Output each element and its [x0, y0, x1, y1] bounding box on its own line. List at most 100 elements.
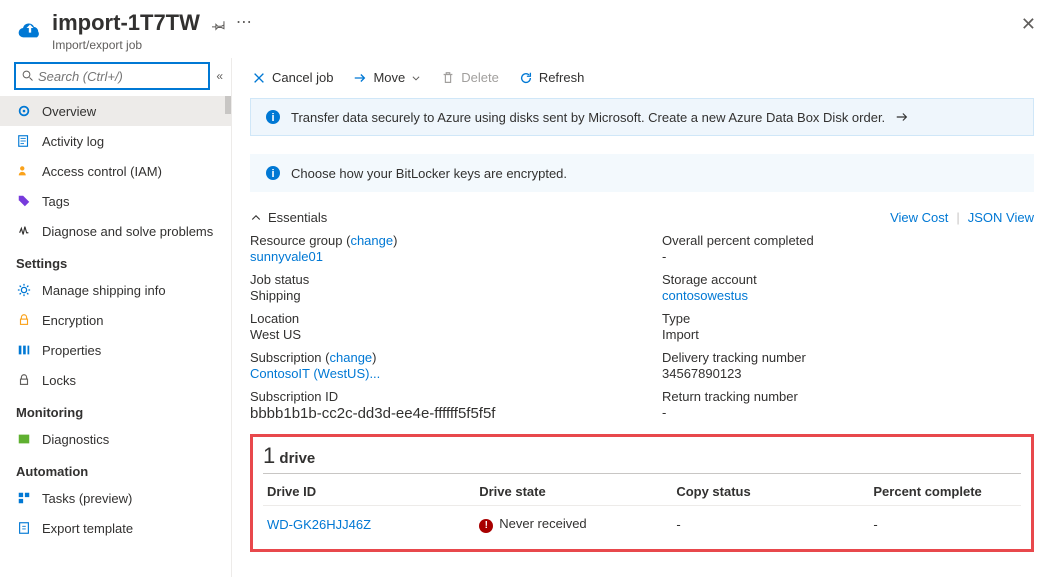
sidebar-item-properties[interactable]: Properties [0, 335, 231, 365]
col-drive-id: Drive ID [263, 478, 475, 506]
sidebar-item-locks[interactable]: Locks [0, 365, 231, 395]
delete-button: Delete [433, 66, 507, 89]
close-icon [252, 71, 266, 85]
trash-icon [441, 71, 455, 85]
bitlocker-banner[interactable]: i Choose how your BitLocker keys are enc… [250, 154, 1034, 192]
scrollbar-thumb[interactable] [225, 96, 231, 114]
sidebar-item-tags[interactable]: Tags [0, 186, 231, 216]
sidebar-item-encryption[interactable]: Encryption [0, 305, 231, 335]
refresh-button[interactable]: Refresh [511, 66, 593, 89]
drive-unit: drive [279, 450, 315, 467]
sidebar-section-automation: Automation [0, 454, 231, 483]
sidebar-section-monitoring: Monitoring [0, 395, 231, 424]
toolbar: Cancel job Move Delete Refresh [232, 58, 1052, 98]
sidebar-item-access-control[interactable]: Access control (IAM) [0, 156, 231, 186]
databox-banner[interactable]: i Transfer data securely to Azure using … [250, 98, 1034, 136]
label-type: Type [662, 311, 1034, 326]
subscription-value[interactable]: ContosoIT (WestUS)... [250, 366, 622, 381]
essentials-toggle[interactable]: Essentials [250, 210, 327, 225]
info-icon: i [265, 109, 281, 125]
move-button[interactable]: Move [345, 66, 429, 89]
page-title: import-1T7TW [52, 10, 200, 36]
sidebar-item-label: Overview [42, 104, 96, 119]
sidebar-item-label: Tasks (preview) [42, 491, 132, 506]
sidebar-item-label: Locks [42, 373, 76, 388]
sidebar-item-diagnose[interactable]: Diagnose and solve problems [0, 216, 231, 246]
search-icon [22, 70, 34, 82]
label-return-tracking: Return tracking number [662, 389, 1034, 404]
job-status-value: Shipping [250, 288, 622, 303]
sidebar-item-label: Access control (IAM) [42, 164, 162, 179]
label-delivery-tracking: Delivery tracking number [662, 350, 1034, 365]
location-value: West US [250, 327, 622, 342]
arrow-right-icon [353, 71, 367, 85]
drives-panel: 1 drive Drive ID Drive state Copy status… [250, 434, 1034, 552]
tag-icon [16, 194, 32, 208]
delivery-tracking-value: 34567890123 [662, 366, 1034, 381]
sidebar-item-label: Diagnose and solve problems [42, 224, 213, 239]
job-cloud-icon [16, 14, 44, 42]
diagnose-icon [16, 224, 32, 238]
resource-group-value[interactable]: sunnyvale01 [250, 249, 622, 264]
label-subscription: Subscription [250, 350, 322, 365]
page-subtitle: Import/export job [52, 38, 200, 52]
col-drive-state: Drive state [475, 478, 672, 506]
drive-count: 1 [263, 443, 275, 468]
overall-percent-value: - [662, 249, 1034, 264]
svg-text:i: i [271, 112, 274, 124]
return-tracking-value: - [662, 405, 1034, 420]
sidebar-item-label: Export template [42, 521, 133, 536]
sidebar-item-label: Encryption [42, 313, 103, 328]
chevron-up-icon [250, 212, 262, 224]
label-storage-account: Storage account [662, 272, 1034, 287]
sidebar-item-activity-log[interactable]: Activity log [0, 126, 231, 156]
json-view-link[interactable]: JSON View [968, 210, 1034, 225]
diagnostics-icon [16, 432, 32, 446]
close-button[interactable]: ✕ [1021, 14, 1036, 35]
sidebar-item-label: Manage shipping info [42, 283, 166, 298]
sidebar-item-label: Properties [42, 343, 101, 358]
storage-account-value[interactable]: contosowestus [662, 288, 1034, 303]
view-cost-link[interactable]: View Cost [890, 210, 948, 225]
people-icon [16, 164, 32, 178]
label-resource-group: Resource group [250, 233, 343, 248]
activity-log-icon [16, 134, 32, 148]
export-template-icon [16, 521, 32, 535]
lock-icon [16, 373, 32, 387]
properties-icon [16, 343, 32, 357]
col-percent-complete: Percent complete [869, 478, 1021, 506]
sidebar-item-label: Diagnostics [42, 432, 109, 447]
type-value: Import [662, 327, 1034, 342]
sidebar-item-label: Activity log [42, 134, 104, 149]
search-input[interactable] [14, 62, 210, 90]
change-resource-group-link[interactable]: change [350, 233, 393, 248]
refresh-icon [519, 71, 533, 85]
gear-icon [16, 283, 32, 297]
drive-id-link[interactable]: WD-GK26HJJ46Z [267, 517, 371, 532]
arrow-right-icon [895, 110, 909, 124]
drive-state-value: Never received [499, 516, 586, 531]
svg-text:i: i [271, 168, 274, 180]
pin-icon[interactable] [212, 18, 226, 32]
banner-text: Transfer data securely to Azure using di… [291, 110, 885, 125]
sidebar-item-export-template[interactable]: Export template [0, 513, 231, 543]
lock-icon [16, 313, 32, 327]
collapse-sidebar-button[interactable]: « [216, 69, 223, 83]
percent-complete-value: - [869, 506, 1021, 535]
sidebar-section-settings: Settings [0, 246, 231, 275]
label-job-status: Job status [250, 272, 622, 287]
change-subscription-link[interactable]: change [330, 350, 373, 365]
label-overall-percent: Overall percent completed [662, 233, 1034, 248]
sidebar-item-tasks[interactable]: Tasks (preview) [0, 483, 231, 513]
sidebar-item-diagnostics[interactable]: Diagnostics [0, 424, 231, 454]
more-icon[interactable]: ⋯ [236, 18, 253, 32]
chevron-down-icon [411, 73, 421, 83]
sidebar: « Overview Activity log Access control (… [0, 58, 232, 577]
sidebar-item-overview[interactable]: Overview [0, 96, 231, 126]
col-copy-status: Copy status [672, 478, 869, 506]
cancel-job-button[interactable]: Cancel job [244, 66, 341, 89]
subscription-id-value: bbbb1b1b-cc2c-dd3d-ee4e-ffffff5f5f5f [250, 405, 622, 422]
banner-text: Choose how your BitLocker keys are encry… [291, 166, 567, 181]
error-icon: ! [479, 519, 493, 533]
sidebar-item-shipping-info[interactable]: Manage shipping info [0, 275, 231, 305]
